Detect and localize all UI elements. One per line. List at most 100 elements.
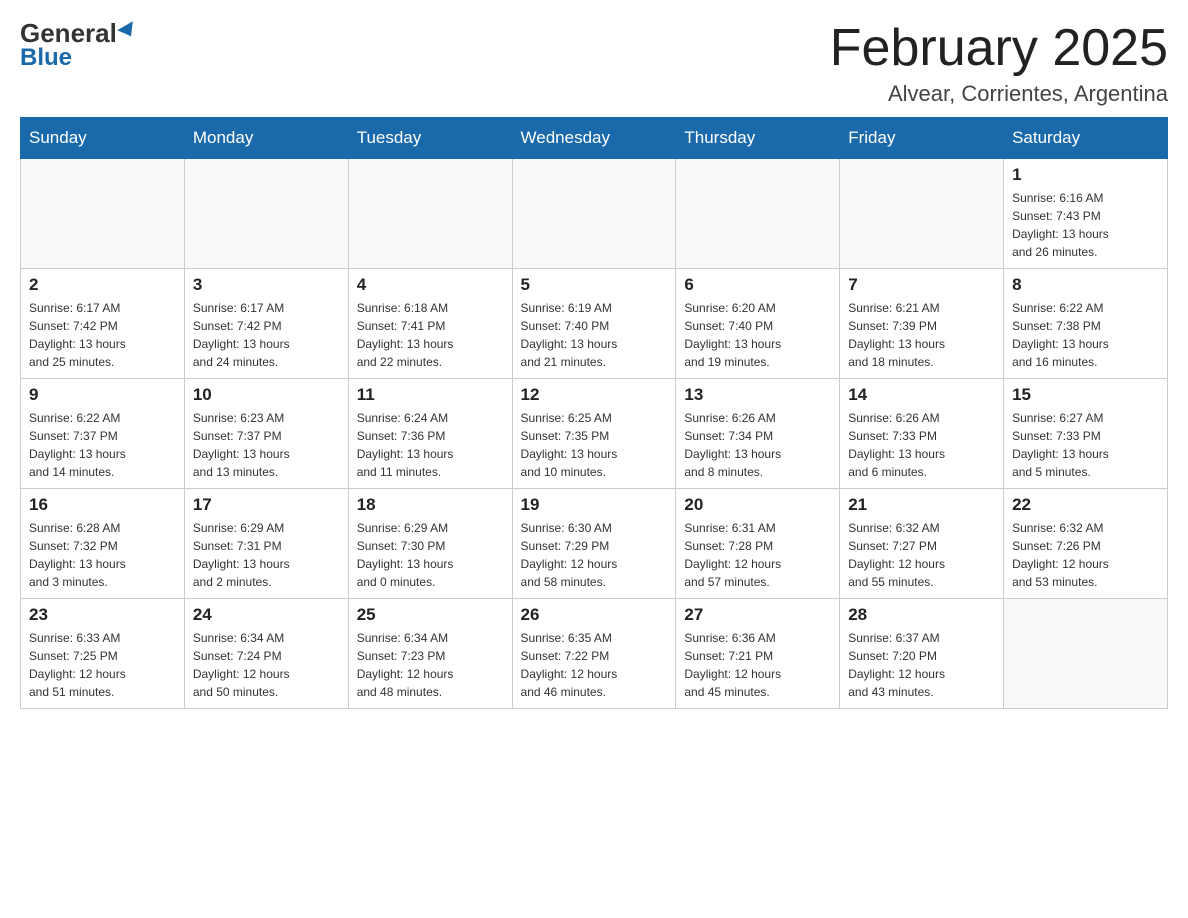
calendar-cell: 25Sunrise: 6:34 AM Sunset: 7:23 PM Dayli… [348,599,512,709]
day-info: Sunrise: 6:26 AM Sunset: 7:34 PM Dayligh… [684,409,831,481]
day-info: Sunrise: 6:18 AM Sunset: 7:41 PM Dayligh… [357,299,504,371]
calendar-cell: 26 Sunrise: 6:35 AM Sunset: 7:22 PM Dayli… [512,599,676,709]
calendar-week-row: 2 Sunrise: 6:17 AM Sunset: 7:42 PM Daylig… [21,269,1168,379]
calendar-cell: 23 Sunrise: 6:33 AM Sunset: 7:25 PM Dayli… [21,599,185,709]
day-number: 13 [684,385,831,405]
calendar-cell: 24 Sunrise: 6:34 AM Sunset: 7:24 PM Dayli… [184,599,348,709]
day-number: 23 [29,605,176,625]
day-info: Sunrise: 6:25 AM Sunset: 7:35 PM Dayligh… [521,409,668,481]
calendar-cell: 14 Sunrise: 6:26 AM Sunset: 7:33 PM Dayli… [840,379,1004,489]
day-info: Sunrise: 6:30 AM Sunset: 7:29 PM Dayligh… [521,519,668,591]
day-number: 26 [521,605,668,625]
day-number: 22 [1012,495,1159,515]
day-number: 17 [193,495,340,515]
calendar-cell [840,159,1004,269]
calendar-cell: 1 Sunrise: 6:16 AM Sunset: 7:43 PM Daylig… [1004,159,1168,269]
page-header: General Blue February 2025 Alvear, Corri… [20,20,1168,107]
calendar-day-header-sunday: Sunday [21,118,185,159]
day-number: 28 [848,605,995,625]
day-number: 6 [684,275,831,295]
logo: General Blue [20,20,137,70]
calendar-week-row: 1 Sunrise: 6:16 AM Sunset: 7:43 PM Daylig… [21,159,1168,269]
day-info: Sunrise: 6:35 AM Sunset: 7:22 PM Dayligh… [521,629,668,701]
day-number: 18 [357,495,504,515]
day-info: Sunrise: 6:22 AM Sunset: 7:38 PM Dayligh… [1012,299,1159,371]
day-info: Sunrise: 6:33 AM Sunset: 7:25 PM Dayligh… [29,629,176,701]
calendar-cell [21,159,185,269]
day-info: Sunrise: 6:22 AM Sunset: 7:37 PM Dayligh… [29,409,176,481]
calendar-header-row: SundayMondayTuesdayWednesdayThursdayFrid… [21,118,1168,159]
calendar-cell [184,159,348,269]
day-number: 24 [193,605,340,625]
logo-general-text: General [20,20,137,46]
day-info: Sunrise: 6:24 AM Sunset: 7:36 PM Dayligh… [357,409,504,481]
calendar-cell [1004,599,1168,709]
day-info: Sunrise: 6:37 AM Sunset: 7:20 PM Dayligh… [848,629,995,701]
day-info: Sunrise: 6:29 AM Sunset: 7:30 PM Dayligh… [357,519,504,591]
calendar-cell: 3 Sunrise: 6:17 AM Sunset: 7:42 PM Daylig… [184,269,348,379]
day-info: Sunrise: 6:16 AM Sunset: 7:43 PM Dayligh… [1012,189,1159,261]
calendar-cell: 7 Sunrise: 6:21 AM Sunset: 7:39 PM Daylig… [840,269,1004,379]
day-number: 27 [684,605,831,625]
calendar-cell [676,159,840,269]
calendar-cell: 15Sunrise: 6:27 AM Sunset: 7:33 PM Dayli… [1004,379,1168,489]
day-info: Sunrise: 6:32 AM Sunset: 7:27 PM Dayligh… [848,519,995,591]
day-number: 8 [1012,275,1159,295]
calendar-day-header-saturday: Saturday [1004,118,1168,159]
logo-blue-text: Blue [20,46,72,70]
calendar-week-row: 16Sunrise: 6:28 AM Sunset: 7:32 PM Dayli… [21,489,1168,599]
day-info: Sunrise: 6:17 AM Sunset: 7:42 PM Dayligh… [193,299,340,371]
calendar-cell: 22 Sunrise: 6:32 AM Sunset: 7:26 PM Dayli… [1004,489,1168,599]
calendar-week-row: 9 Sunrise: 6:22 AM Sunset: 7:37 PM Daylig… [21,379,1168,489]
day-number: 3 [193,275,340,295]
day-number: 12 [521,385,668,405]
calendar-cell: 20Sunrise: 6:31 AM Sunset: 7:28 PM Dayli… [676,489,840,599]
day-number: 4 [357,275,504,295]
day-number: 2 [29,275,176,295]
calendar-cell [512,159,676,269]
day-info: Sunrise: 6:23 AM Sunset: 7:37 PM Dayligh… [193,409,340,481]
title-block: February 2025 Alvear, Corrientes, Argent… [830,20,1168,107]
calendar-week-row: 23 Sunrise: 6:33 AM Sunset: 7:25 PM Dayli… [21,599,1168,709]
calendar-cell: 2 Sunrise: 6:17 AM Sunset: 7:42 PM Daylig… [21,269,185,379]
calendar-cell: 5 Sunrise: 6:19 AM Sunset: 7:40 PM Daylig… [512,269,676,379]
calendar-cell: 21 Sunrise: 6:32 AM Sunset: 7:27 PM Dayli… [840,489,1004,599]
calendar-cell: 11 Sunrise: 6:24 AM Sunset: 7:36 PM Dayli… [348,379,512,489]
day-info: Sunrise: 6:34 AM Sunset: 7:24 PM Dayligh… [193,629,340,701]
day-number: 19 [521,495,668,515]
calendar-cell: 28 Sunrise: 6:37 AM Sunset: 7:20 PM Dayli… [840,599,1004,709]
calendar-day-header-wednesday: Wednesday [512,118,676,159]
calendar-cell: 13 Sunrise: 6:26 AM Sunset: 7:34 PM Dayli… [676,379,840,489]
calendar-day-header-friday: Friday [840,118,1004,159]
calendar-cell: 12 Sunrise: 6:25 AM Sunset: 7:35 PM Dayli… [512,379,676,489]
location-title: Alvear, Corrientes, Argentina [830,81,1168,107]
day-number: 9 [29,385,176,405]
day-info: Sunrise: 6:21 AM Sunset: 7:39 PM Dayligh… [848,299,995,371]
day-info: Sunrise: 6:29 AM Sunset: 7:31 PM Dayligh… [193,519,340,591]
day-info: Sunrise: 6:20 AM Sunset: 7:40 PM Dayligh… [684,299,831,371]
day-info: Sunrise: 6:19 AM Sunset: 7:40 PM Dayligh… [521,299,668,371]
calendar-cell: 8 Sunrise: 6:22 AM Sunset: 7:38 PM Daylig… [1004,269,1168,379]
day-number: 5 [521,275,668,295]
day-info: Sunrise: 6:32 AM Sunset: 7:26 PM Dayligh… [1012,519,1159,591]
day-info: Sunrise: 6:28 AM Sunset: 7:32 PM Dayligh… [29,519,176,591]
day-number: 10 [193,385,340,405]
day-number: 11 [357,385,504,405]
day-number: 20 [684,495,831,515]
calendar-cell: 4 Sunrise: 6:18 AM Sunset: 7:41 PM Daylig… [348,269,512,379]
calendar-cell: 10 Sunrise: 6:23 AM Sunset: 7:37 PM Dayli… [184,379,348,489]
day-number: 21 [848,495,995,515]
day-number: 7 [848,275,995,295]
day-info: Sunrise: 6:26 AM Sunset: 7:33 PM Dayligh… [848,409,995,481]
day-info: Sunrise: 6:34 AM Sunset: 7:23 PM Dayligh… [357,629,504,701]
day-info: Sunrise: 6:17 AM Sunset: 7:42 PM Dayligh… [29,299,176,371]
day-info: Sunrise: 6:36 AM Sunset: 7:21 PM Dayligh… [684,629,831,701]
calendar-cell: 9 Sunrise: 6:22 AM Sunset: 7:37 PM Daylig… [21,379,185,489]
day-number: 1 [1012,165,1159,185]
calendar-cell: 16Sunrise: 6:28 AM Sunset: 7:32 PM Dayli… [21,489,185,599]
calendar-cell [348,159,512,269]
calendar-cell: 19 Sunrise: 6:30 AM Sunset: 7:29 PM Dayli… [512,489,676,599]
calendar-cell: 27 Sunrise: 6:36 AM Sunset: 7:21 PM Dayli… [676,599,840,709]
day-number: 14 [848,385,995,405]
day-info: Sunrise: 6:27 AM Sunset: 7:33 PM Dayligh… [1012,409,1159,481]
